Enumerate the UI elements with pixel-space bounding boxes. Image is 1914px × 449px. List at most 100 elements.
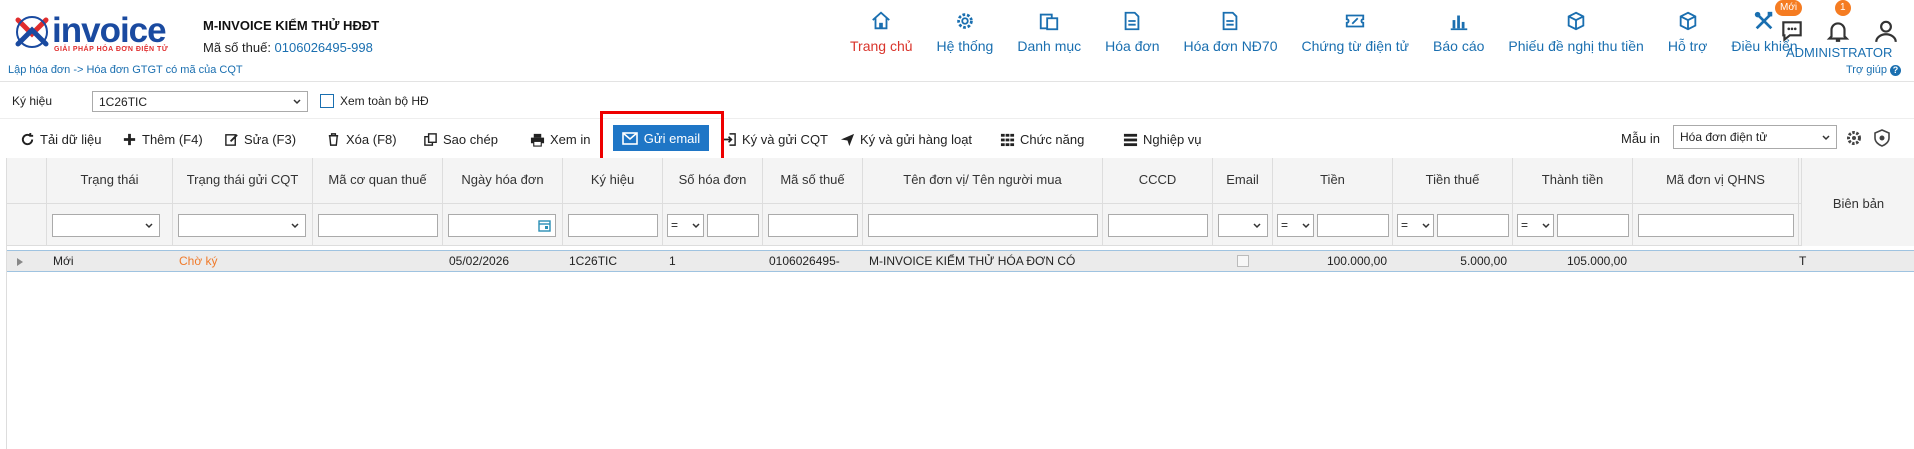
send-email-button[interactable]: Gửi email — [613, 125, 709, 151]
number-operator-select[interactable]: = — [667, 214, 704, 237]
email-filter-select[interactable] — [1218, 214, 1268, 237]
col-header-tax-code[interactable]: Mã số thuế — [763, 158, 863, 204]
checkbox-box[interactable] — [320, 94, 334, 108]
amount-filter-input[interactable] — [1317, 214, 1389, 237]
tax-code-filter-input[interactable] — [768, 214, 858, 237]
shield-icon[interactable] — [1873, 129, 1891, 147]
col-header-amount[interactable]: Tiền — [1273, 158, 1393, 204]
functions-label: Chức năng — [1020, 131, 1085, 147]
col-header-cccd[interactable]: CCCD — [1103, 158, 1213, 204]
nav-e-voucher[interactable]: Chứng từ điện tử — [1290, 10, 1422, 66]
col-header-date[interactable]: Ngày hóa đơn — [443, 158, 563, 204]
help-icon: ? — [1890, 64, 1902, 76]
delete-button[interactable]: Xóa (F8) — [326, 128, 397, 150]
logo-text: invoice — [52, 11, 167, 50]
app-header: invoice GIẢI PHÁP HÓA ĐƠN ĐIỆN TỬ M-INVO… — [0, 0, 1914, 82]
operator-value: = — [1281, 218, 1289, 232]
nav-system[interactable]: Hệ thống — [925, 10, 1006, 66]
view-all-checkbox[interactable]: Xem toàn bộ HĐ — [320, 94, 429, 108]
number-filter-input[interactable] — [707, 214, 759, 237]
nav-label: Hóa đơn NĐ70 — [1183, 38, 1278, 54]
filter-cell: = — [663, 204, 763, 246]
operator-value: = — [1401, 218, 1409, 232]
col-header-tax-office[interactable]: Mã cơ quan thuế — [313, 158, 443, 204]
col-header-number[interactable]: Số hóa đơn — [663, 158, 763, 204]
cell-cccd — [1103, 251, 1213, 273]
edit-label: Sửa (F3) — [244, 131, 297, 147]
col-header-email[interactable]: Email — [1213, 158, 1273, 204]
cell-tax: 5.000,00 — [1460, 254, 1507, 268]
cell-symbol: 1C26TIC — [569, 254, 618, 268]
cell-date: 05/02/2026 — [449, 254, 510, 268]
tax-office-filter-input[interactable] — [318, 214, 438, 237]
company-name: M-INVOICE KIỂM THỬ HĐĐT — [203, 18, 380, 33]
buyer-filter-input[interactable] — [868, 214, 1098, 237]
nav-label: Báo cáo — [1433, 38, 1485, 54]
template-select[interactable]: Hóa đơn điện tử — [1673, 125, 1837, 149]
edit-button[interactable]: Sửa (F3) — [224, 128, 296, 150]
tax-filter-input[interactable] — [1437, 214, 1509, 237]
col-header-cqt-status[interactable]: Trạng thái gửi CQT — [173, 158, 313, 204]
nav-support[interactable]: Hỗ trợ — [1656, 10, 1720, 66]
cccd-filter-input[interactable] — [1108, 214, 1208, 237]
total-operator-select[interactable]: = — [1517, 214, 1554, 237]
nav-report[interactable]: Báo cáo — [1421, 10, 1496, 66]
col-header-symbol[interactable]: Ký hiệu — [563, 158, 663, 204]
reload-button[interactable]: Tải dữ liệu — [20, 128, 101, 150]
print-preview-button[interactable]: Xem in — [530, 128, 590, 150]
user-icon[interactable] — [1873, 18, 1899, 44]
tax-operator-select[interactable]: = — [1397, 214, 1434, 237]
bell-badge: 1 — [1835, 0, 1851, 16]
chat-icon[interactable] — [1779, 18, 1805, 44]
sign-send-button[interactable]: Ký và gửi CQT — [722, 128, 828, 150]
total-filter-input[interactable] — [1557, 214, 1629, 237]
cell-buyer: M-INVOICE KIỂM THỬ HÓA ĐƠN CÓ — [869, 254, 1076, 268]
copy-icon — [424, 132, 437, 146]
functions-button[interactable]: Chức năng — [1000, 128, 1084, 150]
settings-gear-icon[interactable] — [1845, 129, 1863, 147]
cell-total: 105.000,00 — [1566, 254, 1627, 268]
nav-invoice-nd70[interactable]: Hóa đơn NĐ70 — [1171, 10, 1289, 66]
sign-batch-button[interactable]: Ký và gửi hàng loạt — [840, 128, 972, 150]
nav-label: Phiếu đề nghị thu tiền — [1508, 38, 1644, 54]
nav-catalog[interactable]: Danh mục — [1005, 10, 1093, 66]
nav-label: Hóa đơn — [1105, 38, 1160, 54]
bell-icon[interactable] — [1825, 18, 1851, 44]
email-checkbox[interactable] — [1237, 255, 1249, 267]
col-header-total[interactable]: Thành tiền — [1513, 158, 1633, 204]
minvoice-logo[interactable]: invoice GIẢI PHÁP HÓA ĐƠN ĐIỆN TỬ — [14, 12, 184, 56]
nav-home[interactable]: Trang chủ — [838, 10, 925, 66]
add-button[interactable]: Thêm (F4) — [122, 128, 203, 150]
table-row[interactable]: Mới Chờ ký 05/02/2026 1C26TIC 1 01060264… — [7, 250, 1914, 272]
filter-cell — [7, 204, 47, 246]
sign-send-label: Ký và gửi CQT — [742, 131, 828, 147]
symbol-select[interactable]: 1C26TIC — [92, 91, 308, 112]
calendar-icon[interactable] — [538, 219, 551, 232]
nav-label: Hệ thống — [936, 38, 994, 54]
chart-icon — [1450, 15, 1467, 31]
filter-cell — [763, 204, 863, 246]
nav-payment-request[interactable]: Phiếu đề nghị thu tiền — [1496, 10, 1655, 66]
cqt-status-filter-select[interactable] — [178, 214, 306, 237]
help-link[interactable]: Trợ giúp? — [1846, 64, 1902, 76]
operator-value: = — [671, 218, 679, 232]
col-header-buyer[interactable]: Tên đơn vị/ Tên người mua — [863, 158, 1103, 204]
date-filter-input[interactable] — [448, 214, 556, 237]
cell-tax-code: 0106026495- — [769, 254, 840, 268]
col-header-status[interactable]: Trạng thái — [47, 158, 173, 204]
amount-operator-select[interactable]: = — [1277, 214, 1314, 237]
breadcrumb[interactable]: Lập hóa đơn -> Hóa đơn GTGT có mã của CQ… — [8, 64, 243, 76]
status-filter-select[interactable] — [52, 214, 160, 237]
filter-row: = = = = — [7, 204, 1914, 246]
col-header-tax[interactable]: Tiền thuế — [1393, 158, 1513, 204]
qhns-filter-input[interactable] — [1638, 214, 1794, 237]
col-header-report[interactable]: Biên bản — [1801, 158, 1914, 246]
nav-invoice[interactable]: Hóa đơn — [1093, 10, 1171, 66]
symbol-filter-input[interactable] — [568, 214, 658, 237]
operations-button[interactable]: Nghiệp vụ — [1123, 128, 1202, 150]
col-header-qhns[interactable]: Mã đơn vị QHNS — [1633, 158, 1799, 204]
row-expand-arrow-icon[interactable] — [17, 258, 23, 266]
copy-button[interactable]: Sao chép — [423, 128, 498, 150]
user-name[interactable]: ADMINISTRATOR — [1786, 45, 1892, 60]
logo-tagline: GIẢI PHÁP HÓA ĐƠN ĐIỆN TỬ — [54, 46, 169, 53]
